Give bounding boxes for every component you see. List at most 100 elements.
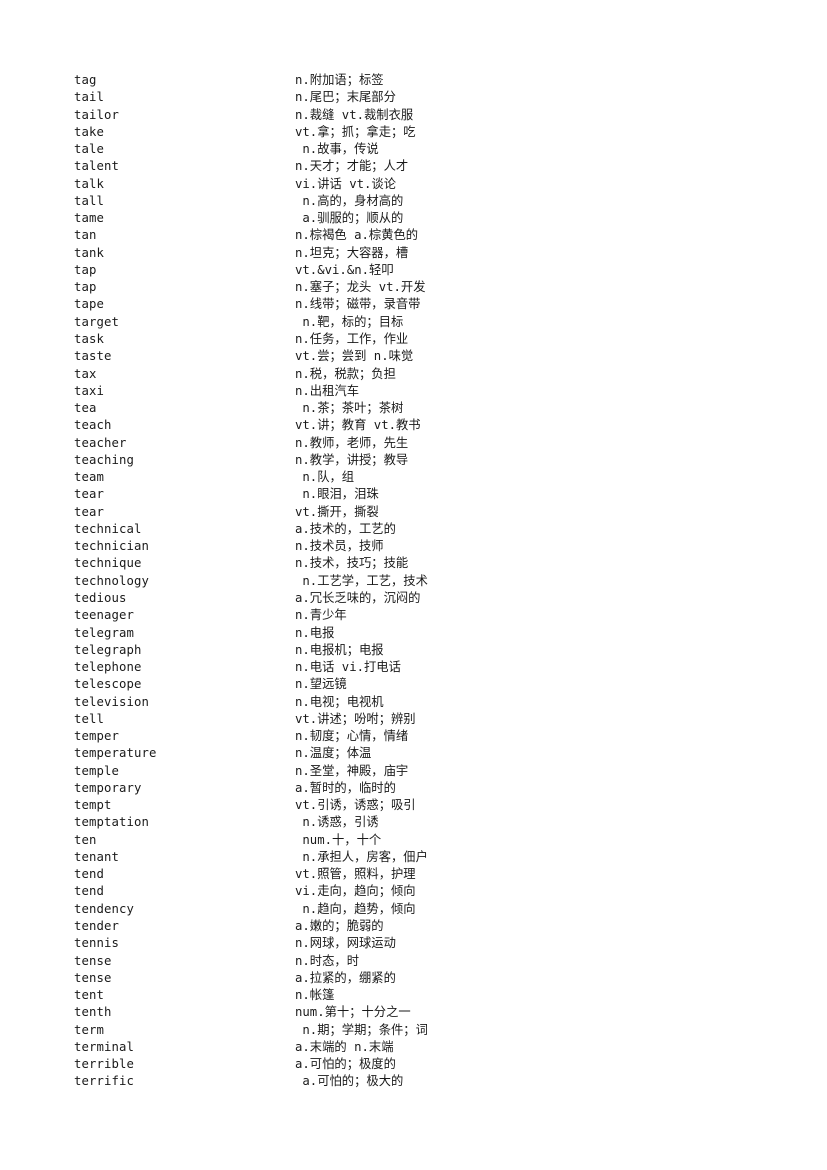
entry-word: tan: [74, 228, 97, 243]
entry-definition: n.出租汽车: [295, 383, 359, 398]
glossary-entry: terrible a.可怕的；极度的: [74, 1056, 774, 1073]
entry-word: tap: [74, 262, 97, 277]
entry-definition: n.电话 vi.打电话: [295, 660, 401, 675]
entry-definition: num.十，十个: [295, 832, 382, 847]
glossary-entry: tempt vt.引诱，诱惑；吸引: [74, 797, 774, 814]
entry-definition: a.可怕的；极大的: [295, 1074, 404, 1089]
entry-word: terrible: [74, 1057, 135, 1072]
entry-word: target: [74, 314, 120, 329]
entry-word: temple: [74, 763, 120, 778]
entry-word: tall: [74, 193, 105, 208]
glossary-entry: temperature n.温度；体温: [74, 745, 774, 762]
entry-definition: n.趋向，趋势，倾向: [295, 901, 416, 916]
entry-word: task: [74, 331, 105, 346]
entry-word: temperature: [74, 746, 157, 761]
glossary-entry: tennis n.网球，网球运动: [74, 935, 774, 952]
glossary-entry: tape n.线带；磁带，录音带: [74, 296, 774, 313]
entry-word: tend: [74, 867, 105, 882]
entry-word: tank: [74, 245, 105, 260]
entry-word: terminal: [74, 1039, 135, 1054]
glossary-entry: take vt.拿；抓；拿走；吃: [74, 124, 774, 141]
glossary-entry: technician n.技术员，技师: [74, 538, 774, 555]
entry-word: telegraph: [74, 642, 142, 657]
entry-definition: n.天才；才能；人才: [295, 159, 409, 174]
glossary-entry: tan n.棕褐色 a.棕黄色的: [74, 227, 774, 244]
entry-definition: vi.走向，趋向；倾向: [295, 884, 416, 899]
entry-definition: a.暂时的，临时的: [295, 780, 396, 795]
entry-word: tenant: [74, 849, 120, 864]
entry-word: taste: [74, 349, 112, 364]
entry-definition: vt.照管，照料，护理: [295, 867, 416, 882]
entry-word: taxi: [74, 383, 105, 398]
entry-definition: a.技术的，工艺的: [295, 521, 396, 536]
entry-definition: n.望远镜: [295, 677, 347, 692]
entry-word: telegram: [74, 625, 135, 640]
glossary-entry: tend vt.照管，照料，护理: [74, 866, 774, 883]
entry-word: technique: [74, 556, 142, 571]
entry-definition: n.技术，技巧；技能: [295, 556, 409, 571]
glossary-list: tag n.附加语；标签 tail n.尾巴；末尾部分 tailor n.裁缝 vt.裁制…: [74, 72, 774, 1091]
entry-word: tell: [74, 711, 105, 726]
entry-definition: vt.讲；教育 vt.教书: [295, 418, 421, 433]
entry-word: tent: [74, 988, 105, 1003]
entry-word: tag: [74, 73, 97, 87]
entry-definition: n.教师，老师，先生: [295, 435, 409, 450]
glossary-entry: temporary a.暂时的，临时的: [74, 780, 774, 797]
entry-word: technology: [74, 573, 150, 588]
glossary-entry: tap vt.&vi.&n.轻叩: [74, 262, 774, 279]
entry-word: tea: [74, 401, 97, 416]
glossary-entry: ten num.十，十个: [74, 832, 774, 849]
entry-word: tend: [74, 884, 105, 899]
entry-definition: vt.引诱，诱惑；吸引: [295, 798, 416, 813]
glossary-entry: talk vi.讲话 vt.谈论: [74, 176, 774, 193]
entry-definition: n.附加语；标签: [295, 73, 384, 87]
glossary-entry: telescope n.望远镜: [74, 676, 774, 693]
entry-definition: n.尾巴；末尾部分: [295, 90, 396, 105]
entry-word: teacher: [74, 435, 127, 450]
entry-word: technician: [74, 539, 150, 554]
entry-word: temper: [74, 729, 120, 744]
glossary-entry: tame a.驯服的；顺从的: [74, 210, 774, 227]
glossary-entry: tear n.眼泪，泪珠: [74, 486, 774, 503]
glossary-entry: technique n.技术，技巧；技能: [74, 555, 774, 572]
entry-definition: a.冗长乏味的，沉闷的: [295, 590, 421, 605]
entry-word: talent: [74, 159, 120, 174]
glossary-entry: television n.电视；电视机: [74, 694, 774, 711]
entry-word: tender: [74, 919, 120, 934]
entry-definition: a.拉紧的，绷紧的: [295, 970, 396, 985]
entry-word: tendency: [74, 901, 135, 916]
glossary-entry: tense a.拉紧的，绷紧的: [74, 970, 774, 987]
entry-word: tale: [74, 142, 105, 157]
glossary-entry: tag n.附加语；标签: [74, 72, 774, 89]
entry-word: tear: [74, 504, 105, 519]
glossary-entry: tea n.茶；茶叶；茶树: [74, 400, 774, 417]
glossary-entry: taste vt.尝；尝到 n.味觉: [74, 348, 774, 365]
glossary-entry: talent n.天才；才能；人才: [74, 158, 774, 175]
glossary-entry: terminal a.末端的 n.末端: [74, 1039, 774, 1056]
glossary-entry: tent n.帐篷: [74, 987, 774, 1004]
entry-word: team: [74, 470, 105, 485]
glossary-entry: temper n.韧度；心情，情绪: [74, 728, 774, 745]
entry-word: tape: [74, 297, 105, 312]
glossary-entry: tedious a.冗长乏味的，沉闷的: [74, 590, 774, 607]
entry-word: tailor: [74, 107, 120, 122]
glossary-entry: tap n.塞子；龙头 vt.开发: [74, 279, 774, 296]
entry-definition: n.棕褐色 a.棕黄色的: [295, 228, 419, 243]
entry-word: talk: [74, 176, 105, 191]
glossary-entry: tail n.尾巴；末尾部分: [74, 89, 774, 106]
entry-word: take: [74, 124, 105, 139]
entry-definition: n.电报机；电报: [295, 642, 384, 657]
glossary-entry: temptation n.诱惑，引诱: [74, 814, 774, 831]
entry-definition: n.技术员，技师: [295, 539, 384, 554]
entry-word: tail: [74, 90, 105, 105]
entry-definition: a.嫩的；脆弱的: [295, 919, 384, 934]
entry-word: temporary: [74, 780, 142, 795]
glossary-entry: teaching n.教学，讲授；教导: [74, 452, 774, 469]
entry-definition: n.电报: [295, 625, 335, 640]
entry-word: tear: [74, 487, 105, 502]
entry-word: tax: [74, 366, 97, 381]
glossary-entry: temple n.圣堂，神殿，庙宇: [74, 763, 774, 780]
entry-definition: n.温度；体温: [295, 746, 372, 761]
entry-definition: vt.讲述；吩咐；辨别: [295, 711, 416, 726]
glossary-entry: telegram n.电报: [74, 625, 774, 642]
